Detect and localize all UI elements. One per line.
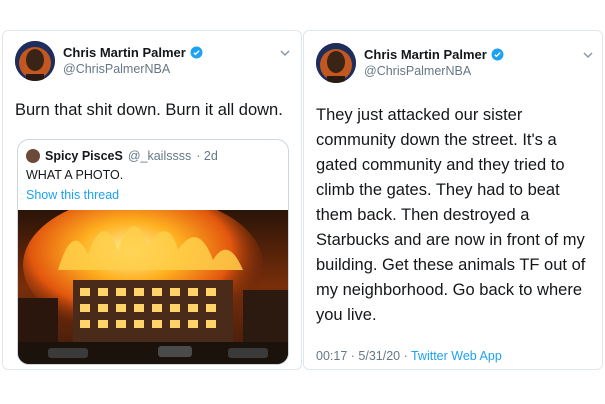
tweet-meta: 00:17 · 5/31/20 · Twitter Web App xyxy=(316,349,502,363)
author-name[interactable]: Chris Martin Palmer xyxy=(364,47,487,62)
author-name[interactable]: Chris Martin Palmer xyxy=(63,45,186,60)
chevron-down-icon[interactable] xyxy=(582,49,594,61)
quoted-time: · 2d xyxy=(196,149,218,163)
quoted-author-name[interactable]: Spicy PisceS xyxy=(45,149,123,163)
tweet-line: Starbucks and are now in front of my xyxy=(316,231,585,249)
author-handle[interactable]: @ChrisPalmerNBA xyxy=(364,64,471,78)
chevron-down-icon[interactable] xyxy=(279,47,291,59)
tweet-card-right: Chris Martin Palmer @ChrisPalmerNBA They… xyxy=(303,30,603,370)
avatar[interactable] xyxy=(26,149,40,163)
verified-badge-icon xyxy=(190,46,203,59)
avatar[interactable] xyxy=(15,41,55,81)
tweet-text: They just attacked our sister community … xyxy=(316,103,600,328)
tweet-line: building. Get these animals TF out of xyxy=(316,256,586,274)
tweet-line: them back. Then destroyed a xyxy=(316,206,530,224)
quoted-text: WHAT A PHOTO. xyxy=(26,168,124,182)
author-handle[interactable]: @ChrisPalmerNBA xyxy=(63,62,170,76)
tweet-line: They just attacked our sister xyxy=(316,106,523,124)
quoted-photo[interactable] xyxy=(18,210,288,365)
tweet-source-app[interactable]: Twitter Web App xyxy=(411,349,502,363)
verified-badge-icon xyxy=(491,48,504,61)
tweet-line: you live. xyxy=(316,306,377,324)
quoted-author-handle[interactable]: @_kailssss xyxy=(128,149,191,163)
show-thread-link[interactable]: Show this thread xyxy=(26,188,119,202)
tweet-text: Burn that shit down. Burn it all down. xyxy=(15,101,283,119)
tweet-line: climb the gates. They had to beat xyxy=(316,181,560,199)
tweet-line: my neighborhood. Go back to where xyxy=(316,281,582,299)
tweet-line: community down the street. It's a xyxy=(316,131,557,149)
tweet-timestamp[interactable]: 00:17 · 5/31/20 · xyxy=(316,349,411,363)
tweet-line: gated community and they tried to xyxy=(316,156,565,174)
tweet-card-left: Chris Martin Palmer @ChrisPalmerNBA Burn… xyxy=(2,30,302,370)
quoted-tweet[interactable]: Spicy PisceS @_kailssss · 2d WHAT A PHOT… xyxy=(17,139,289,365)
avatar[interactable] xyxy=(316,43,356,83)
